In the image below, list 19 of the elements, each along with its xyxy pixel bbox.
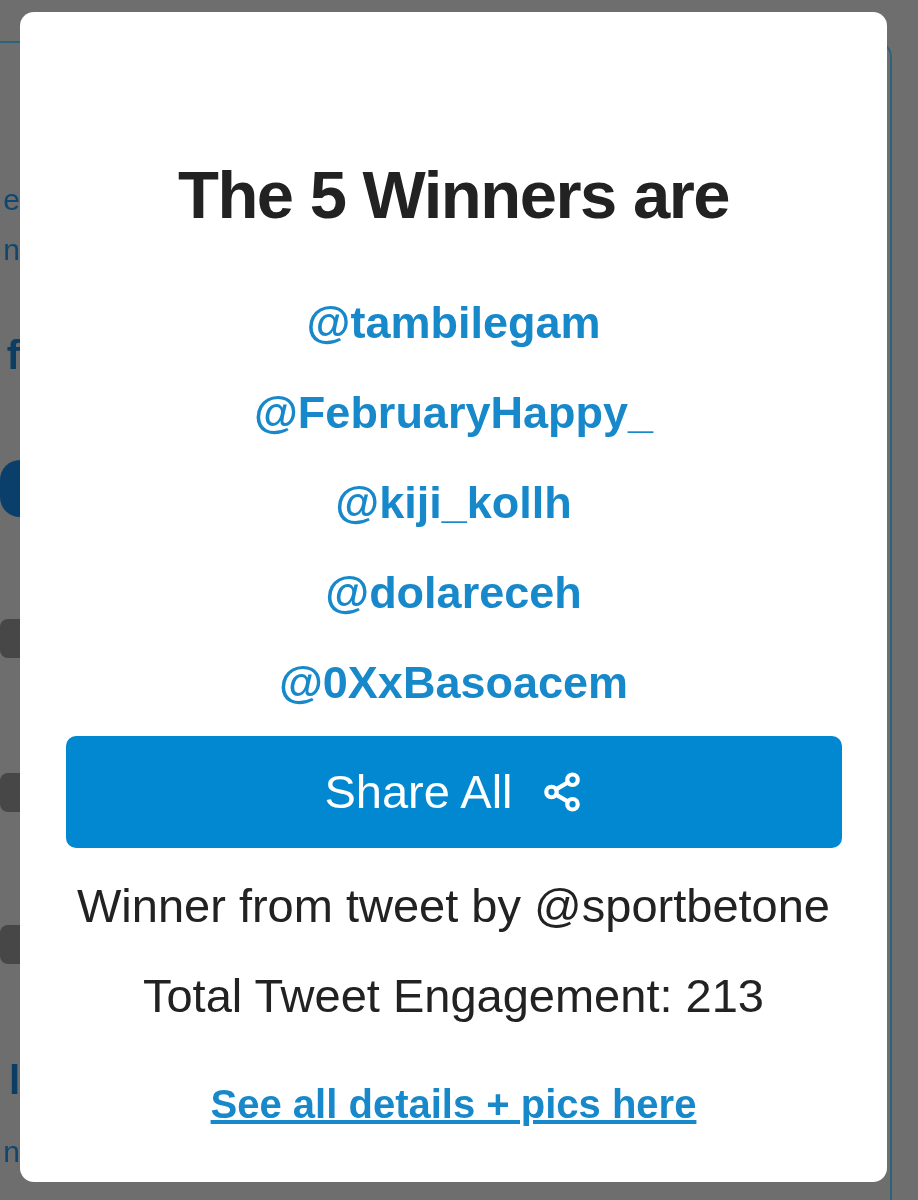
share-all-button[interactable]: Share All — [65, 736, 842, 848]
winner-link[interactable]: @0XxBasoacem — [278, 638, 629, 728]
input-field — [0, 773, 20, 812]
winner-link[interactable]: @dolareceh — [325, 548, 582, 638]
source-text: Winner from tweet by @sportbetone — [76, 879, 830, 933]
page-text: e — [2, 182, 20, 218]
input-field — [0, 619, 20, 658]
winner-link[interactable]: @kiji_kollh — [335, 458, 572, 548]
engagement-text: Total Tweet Engagement: 213 — [143, 969, 764, 1023]
winner-link[interactable]: @FebruaryHappy_ — [254, 368, 653, 458]
input-field — [0, 925, 20, 964]
page-text: n — [2, 1134, 20, 1170]
winner-link[interactable]: @tambilegam — [306, 278, 601, 368]
page-text: n — [2, 232, 20, 268]
page-button[interactable] — [0, 460, 20, 517]
details-link[interactable]: See all details + pics here — [210, 1080, 697, 1128]
page-heading: l — [7, 1057, 20, 1103]
dialog-title: The 5 Winners are — [177, 157, 729, 233]
page-heading: f — [5, 332, 20, 378]
